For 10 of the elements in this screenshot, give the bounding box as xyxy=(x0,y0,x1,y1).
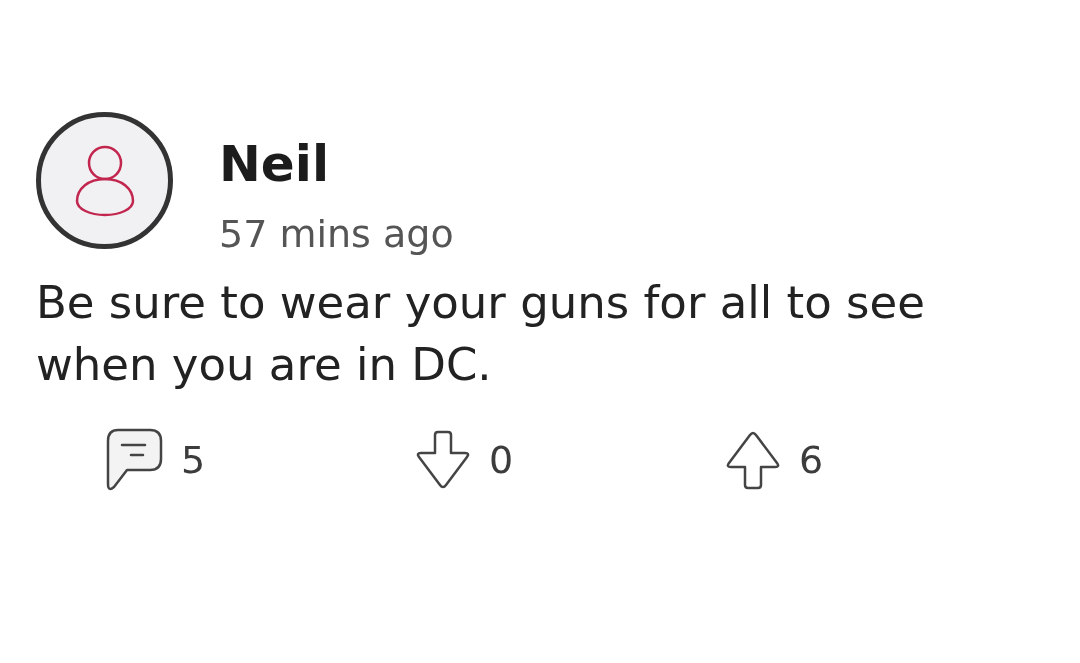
arrow-down-icon xyxy=(415,430,471,490)
arrow-up-icon xyxy=(725,430,781,490)
downvote-button[interactable]: 0 xyxy=(415,428,514,492)
comment-icon xyxy=(105,428,163,492)
post-time: 57 mins ago xyxy=(219,211,454,257)
upvote-button[interactable]: 6 xyxy=(725,428,824,492)
comments-button[interactable]: 5 xyxy=(105,428,206,492)
post-text: Be sure to wear your guns for all to see when you are in DC. xyxy=(36,275,926,393)
author-name: Neil xyxy=(219,134,331,194)
person-icon xyxy=(73,144,136,217)
